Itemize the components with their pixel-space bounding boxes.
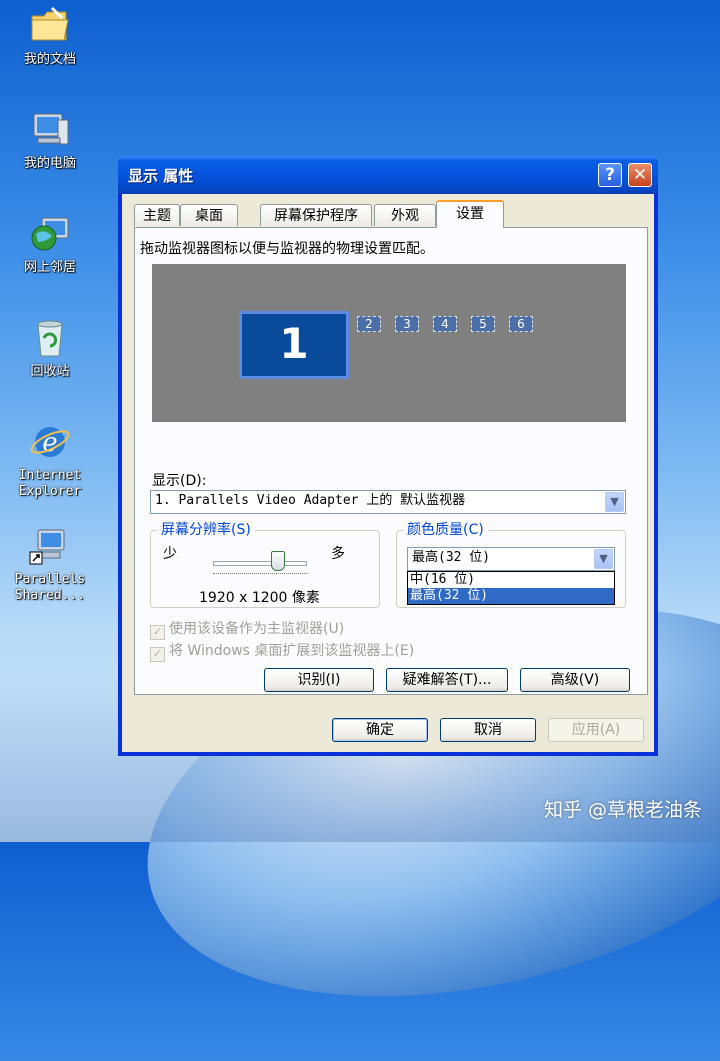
desktop-icon-label: Parallels: [14, 572, 86, 587]
desktop-icon-label: 回收站: [30, 364, 70, 379]
desktop-icon-network[interactable]: 网上邻居: [0, 212, 100, 276]
color-quality-title: 颜色质量(C): [403, 522, 488, 538]
slider-ticks: [213, 573, 307, 574]
ie-icon: e: [28, 420, 72, 464]
resolution-slider-track[interactable]: [213, 561, 307, 566]
desktop-icon-label: 我的电脑: [23, 156, 76, 171]
tab-screensaver[interactable]: 屏幕保护程序: [260, 204, 372, 226]
network-icon: [28, 212, 72, 256]
dialog-client-area: 主题 桌面 屏幕保护程序 外观 设置 拖动监视器图标以便与监视器的物理设置匹配。…: [122, 194, 654, 752]
color-quality-value: 最高(32 位): [412, 550, 491, 565]
extend-desktop-checkbox[interactable]: ✓: [150, 647, 165, 662]
advanced-button[interactable]: 高级(V): [520, 668, 630, 692]
desktop-icon-label-line2: Explorer: [18, 484, 82, 499]
resolution-group: 屏幕分辨率(S) 少 多 1920 x 1200 像素: [150, 522, 380, 608]
display-select-value: 1. Parallels Video Adapter 上的 默认监视器: [155, 493, 466, 508]
tab-settings[interactable]: 设置: [436, 200, 504, 228]
close-button[interactable]: ✕: [628, 163, 652, 187]
option-16-bit[interactable]: 中(16 位): [408, 572, 614, 588]
resolution-title: 屏幕分辨率(S): [157, 522, 255, 538]
display-select[interactable]: 1. Parallels Video Adapter 上的 默认监视器 ▼: [150, 490, 626, 514]
primary-monitor-label: 使用该设备作为主监视器(U): [169, 621, 345, 637]
monitor-preview: 1 2 3 4 5 6: [152, 264, 626, 422]
tab-desktop[interactable]: 桌面: [180, 204, 238, 226]
resolution-slider-thumb[interactable]: [271, 551, 286, 571]
cancel-button[interactable]: 取消: [440, 718, 536, 742]
option-32-bit[interactable]: 最高(32 位): [408, 588, 614, 604]
recycle-bin-icon: [28, 316, 72, 360]
more-label: 多: [331, 546, 345, 562]
title-bar[interactable]: 显示 属性 ? ✕: [118, 156, 658, 194]
desktop-icon-my-documents[interactable]: 我的文档: [0, 4, 100, 68]
less-label: 少: [163, 546, 177, 562]
watermark: 知乎 @草根老油条: [543, 799, 702, 821]
instruction-text: 拖动监视器图标以便与监视器的物理设置匹配。: [140, 241, 434, 257]
color-quality-select[interactable]: 最高(32 位) ▼: [407, 547, 615, 571]
display-properties-window: 显示 属性 ? ✕ 主题 桌面 屏幕保护程序 外观 设置 拖动监视器图标以便与监…: [118, 156, 658, 756]
primary-monitor-checkbox[interactable]: ✓: [150, 625, 165, 640]
computer-icon: [28, 108, 72, 152]
identify-button[interactable]: 识别(I): [264, 668, 374, 692]
monitor-2[interactable]: 2: [357, 316, 381, 332]
desktop-icon-internet-explorer[interactable]: e Internet Explorer: [0, 420, 100, 500]
chevron-down-icon[interactable]: ▼: [594, 549, 613, 569]
extend-desktop-checkbox-row[interactable]: ✓ 将 Windows 桌面扩展到该监视器上(E): [150, 640, 414, 662]
color-quality-dropdown-list: 中(16 位) 最高(32 位): [407, 571, 615, 605]
monitor-4[interactable]: 4: [433, 316, 457, 332]
monitor-1[interactable]: 1: [239, 311, 349, 379]
shortcut-icon: [28, 524, 72, 568]
window-title: 显示 属性: [128, 167, 194, 185]
monitor-6[interactable]: 6: [509, 316, 533, 332]
tab-themes[interactable]: 主题: [134, 204, 180, 226]
monitor-5[interactable]: 5: [471, 316, 495, 332]
help-button[interactable]: ?: [598, 163, 622, 187]
desktop-icon-label: 我的文档: [23, 52, 76, 67]
ok-button[interactable]: 确定: [332, 718, 428, 742]
chevron-down-icon[interactable]: ▼: [605, 492, 624, 512]
tab-appearance[interactable]: 外观: [374, 204, 436, 226]
display-label: 显示(D):: [152, 473, 207, 489]
resolution-value: 1920 x 1200 像素: [199, 590, 320, 606]
extend-desktop-label: 将 Windows 桌面扩展到该监视器上(E): [169, 643, 415, 659]
primary-monitor-checkbox-row[interactable]: ✓ 使用该设备作为主监视器(U): [150, 618, 344, 640]
monitor-3[interactable]: 3: [395, 316, 419, 332]
folder-icon: [28, 4, 72, 48]
color-quality-group: 颜色质量(C) 最高(32 位) ▼ 中(16 位) 最高(32 位): [396, 522, 626, 608]
desktop-icon-my-computer[interactable]: 我的电脑: [0, 108, 100, 172]
desktop-icon-label: 网上邻居: [23, 260, 76, 275]
desktop-icon-label: Internet: [18, 468, 82, 483]
troubleshoot-button[interactable]: 疑难解答(T)...: [386, 668, 508, 692]
desktop-icon-recycle-bin[interactable]: 回收站: [0, 316, 100, 380]
desktop-icon-label-line2: Shared...: [14, 588, 86, 603]
apply-button[interactable]: 应用(A): [548, 718, 644, 742]
desktop-icon-parallels-shared[interactable]: Parallels Shared...: [0, 524, 100, 604]
